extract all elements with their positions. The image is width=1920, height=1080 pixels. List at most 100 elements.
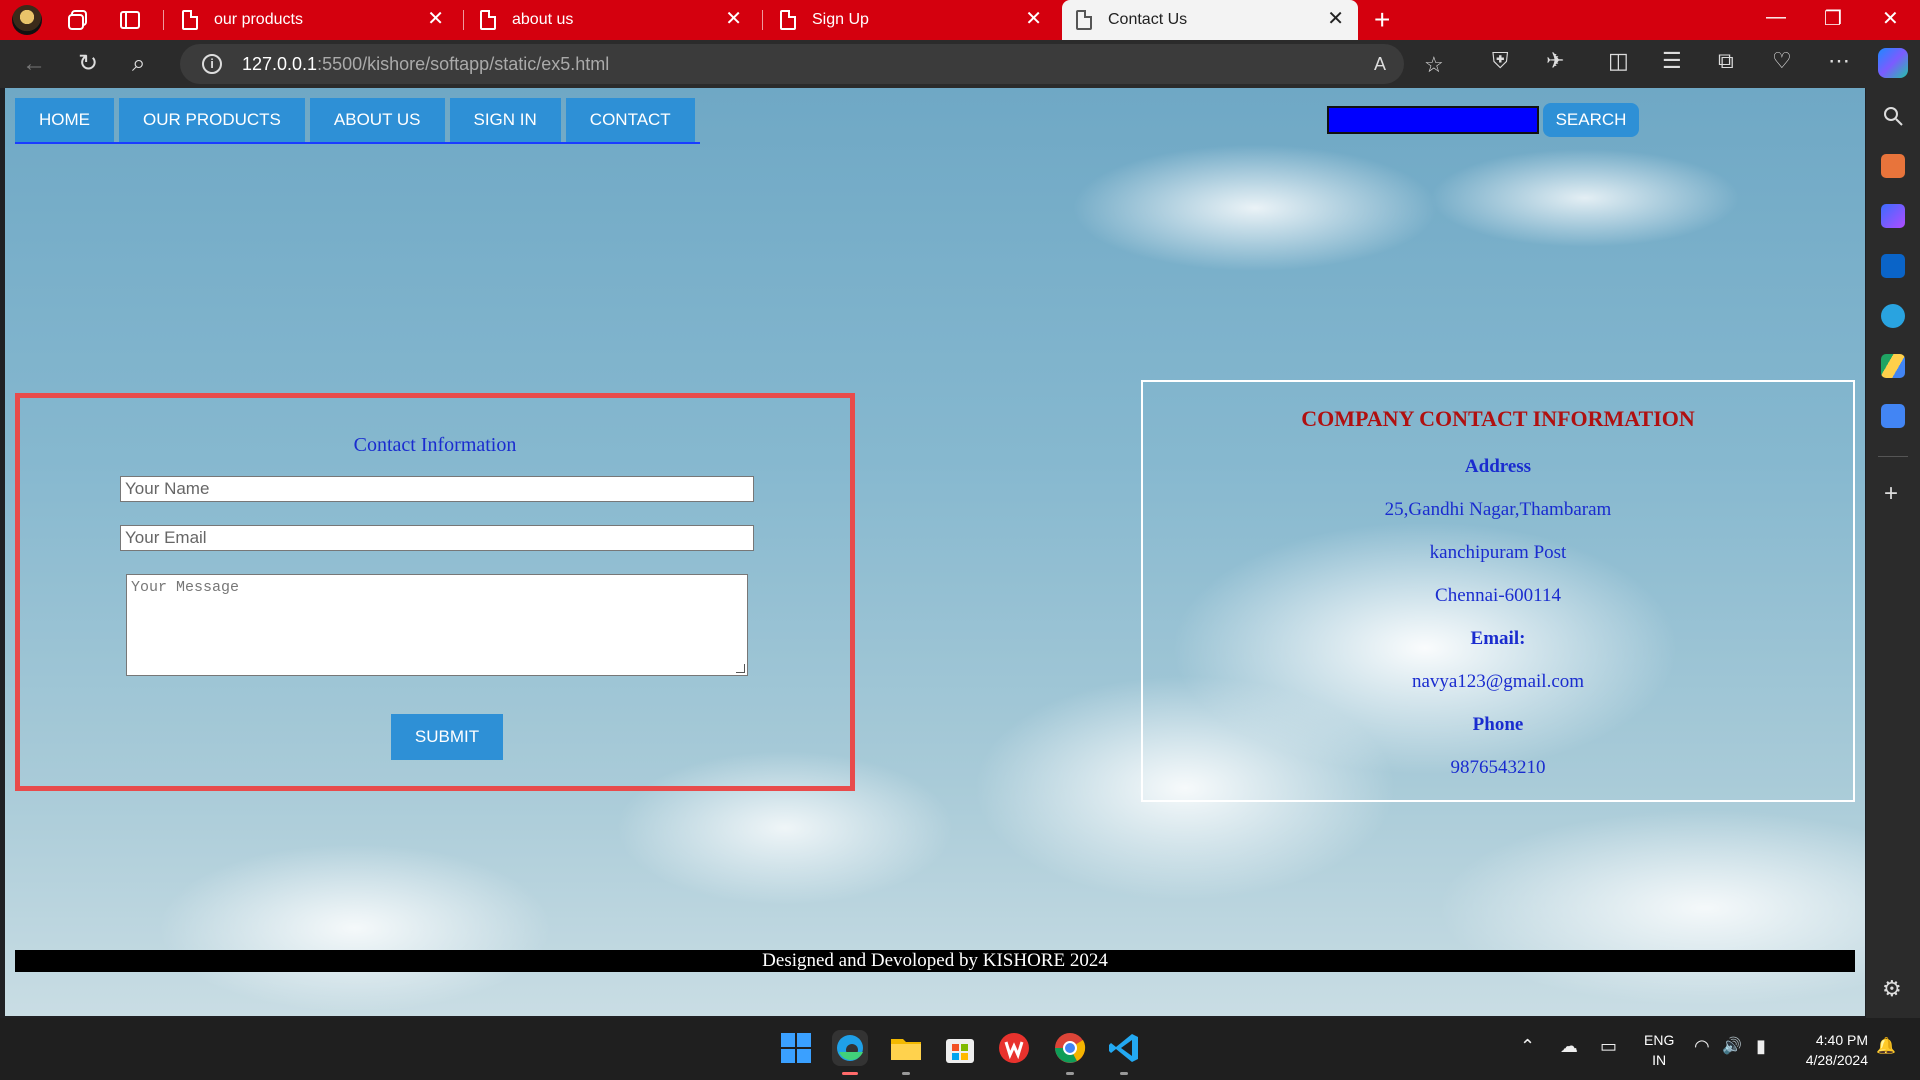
profile-avatar[interactable] (12, 5, 42, 35)
page-icon (480, 10, 496, 30)
nav-sign-in[interactable]: SIGN IN (449, 98, 561, 142)
tab-title: our products (214, 11, 303, 28)
running-app-indicator (902, 1072, 910, 1075)
tab-separator (762, 10, 763, 30)
tab-contact-us[interactable]: Contact Us ✕ (1062, 0, 1358, 40)
submit-button[interactable]: SUBMIT (391, 714, 503, 760)
nav-about-us[interactable]: ABOUT US (309, 98, 445, 142)
address-line-2: kanchipuram Post (1429, 542, 1567, 563)
url-host: 127.0.0.1 (242, 54, 318, 74)
close-icon[interactable]: ✕ (1025, 9, 1042, 29)
telegram-icon[interactable] (1881, 304, 1905, 328)
sidebar-settings-icon[interactable]: ⚙ (1882, 976, 1902, 1002)
url-text[interactable]: 127.0.0.1:5500/kishore/softapp/static/ex… (242, 54, 609, 75)
tab-title: Sign Up (812, 11, 869, 28)
address-bar[interactable]: i 127.0.0.1:5500/kishore/softapp/static/… (180, 44, 1444, 84)
sidebar-divider (1878, 456, 1908, 457)
keyboard-icon[interactable]: ▭ (1600, 1036, 1617, 1057)
close-window-button[interactable]: ✕ (1882, 6, 1899, 31)
tab-actions-icon[interactable] (118, 8, 142, 32)
google-translate-icon[interactable] (1881, 404, 1905, 428)
close-icon[interactable]: ✕ (725, 9, 742, 29)
name-field[interactable]: Your Name (120, 476, 754, 502)
windows-start-icon[interactable] (778, 1030, 814, 1066)
split-screen-icon[interactable]: ◫ (1608, 48, 1629, 74)
more-menu-icon[interactable]: ⋯ (1828, 48, 1850, 74)
show-hidden-icons[interactable]: ⌃ (1520, 1036, 1535, 1057)
search-icon[interactable]: ⌕ (132, 50, 145, 78)
search-button[interactable]: SEARCH (1543, 103, 1639, 137)
edge-sidebar: + ⚙ (1866, 88, 1920, 1018)
shopping-bag-icon[interactable] (1881, 154, 1905, 178)
microsoft-store-icon[interactable] (942, 1030, 978, 1066)
tab-about-us[interactable]: about us ✕ (470, 0, 756, 40)
clock-time: 4:40 PM (1815, 1032, 1868, 1048)
tab-sign-up[interactable]: Sign Up ✕ (770, 0, 1056, 40)
running-app-indicator (1120, 1072, 1128, 1075)
browser-titlebar: our products ✕ about us ✕ Sign Up ✕ Cont… (0, 0, 1920, 40)
phone-label: Phone (1472, 714, 1524, 735)
contact-form: Contact Information Your Name Your Email… (15, 393, 855, 791)
chrome-icon[interactable] (1052, 1030, 1088, 1066)
message-field[interactable]: Your Message (126, 574, 748, 676)
sidebar-search-icon[interactable] (1881, 104, 1905, 128)
browser-toolbar: ← ↻ ⌕ i 127.0.0.1:5500/kishore/softapp/s… (0, 40, 1920, 88)
nav-our-products[interactable]: OUR PRODUCTS (119, 98, 305, 142)
tab-our-products[interactable]: our products ✕ (172, 0, 458, 40)
read-aloud-icon[interactable]: A (1374, 54, 1386, 75)
company-email: navya123@gmail.com (1411, 671, 1585, 692)
search-input[interactable] (1327, 106, 1539, 134)
lang-line-2: IN (1652, 1052, 1667, 1068)
address-label: Address (1464, 456, 1532, 477)
nav-contact[interactable]: CONTACT (565, 98, 695, 142)
tab-title: about us (512, 11, 574, 28)
company-phone: 9876543210 (1450, 757, 1546, 778)
system-clock[interactable]: 4:40 PM 4/28/2024 (1792, 1030, 1868, 1070)
page-footer: Designed and Devoloped by KISHORE 2024 (15, 950, 1855, 972)
favorites-icon[interactable]: ☰ (1662, 48, 1682, 74)
copilot-sidebar-icon[interactable] (1881, 204, 1905, 228)
running-app-indicator (1066, 1072, 1074, 1075)
web-page: HOME OUR PRODUCTS ABOUT US SIGN IN CONTA… (5, 88, 1865, 1016)
browser-essentials-icon[interactable]: ♡ (1772, 48, 1792, 74)
site-info-icon[interactable]: i (202, 54, 222, 74)
file-explorer-icon[interactable] (888, 1030, 924, 1066)
new-tab-button[interactable]: + (1374, 4, 1390, 36)
email-field[interactable]: Your Email (120, 525, 754, 551)
favorite-star-icon[interactable]: ☆ (1424, 52, 1444, 78)
collections-icon[interactable]: ⧉ (1718, 48, 1734, 74)
close-icon[interactable]: ✕ (1327, 9, 1344, 29)
back-button[interactable]: ← (22, 50, 46, 78)
extensions-icon[interactable]: ✈ (1546, 48, 1564, 74)
refresh-button[interactable]: ↻ (78, 50, 98, 78)
outlook-icon[interactable] (1881, 254, 1905, 278)
minimize-button[interactable]: — (1766, 6, 1786, 29)
shield-icon[interactable]: ⛨ (1492, 48, 1509, 74)
notifications-icon[interactable]: 🔔 (1876, 1036, 1896, 1056)
windows-taskbar: ⌃ ☁ ▭ ENG IN ◠ 🔊 ▮ 4:40 PM 4/28/2024 🔔 (0, 1018, 1920, 1080)
input-language[interactable]: ENG IN (1644, 1030, 1674, 1070)
wifi-icon[interactable]: ◠ (1694, 1036, 1710, 1057)
battery-icon[interactable]: ▮ (1756, 1036, 1766, 1057)
add-sidebar-app-icon[interactable]: + (1884, 480, 1898, 508)
workspaces-icon[interactable] (66, 8, 90, 32)
tab-title: Contact Us (1108, 11, 1188, 28)
vscode-icon[interactable] (1106, 1030, 1142, 1066)
edge-app-icon[interactable] (832, 1030, 868, 1066)
onedrive-cloud-icon[interactable]: ☁ (1560, 1036, 1578, 1057)
nav-home[interactable]: HOME (15, 98, 114, 142)
page-icon (780, 10, 796, 30)
wps-office-icon[interactable] (996, 1030, 1032, 1066)
google-drive-icon[interactable] (1881, 354, 1905, 378)
volume-icon[interactable]: 🔊 (1722, 1036, 1742, 1056)
copilot-icon[interactable] (1878, 48, 1908, 78)
restore-button[interactable]: ❐ (1824, 6, 1842, 31)
page-icon (182, 10, 198, 30)
address-line-1: 25,Gandhi Nagar,Thambaram (1384, 499, 1612, 520)
close-icon[interactable]: ✕ (427, 9, 444, 29)
company-contact-info: COMPANY CONTACT INFORMATION Address 25,G… (1141, 380, 1855, 802)
email-label: Email: (1470, 628, 1526, 649)
lang-line-1: ENG (1644, 1032, 1675, 1048)
clock-date: 4/28/2024 (1805, 1052, 1868, 1068)
main-nav: HOME OUR PRODUCTS ABOUT US SIGN IN CONTA… (15, 98, 700, 144)
